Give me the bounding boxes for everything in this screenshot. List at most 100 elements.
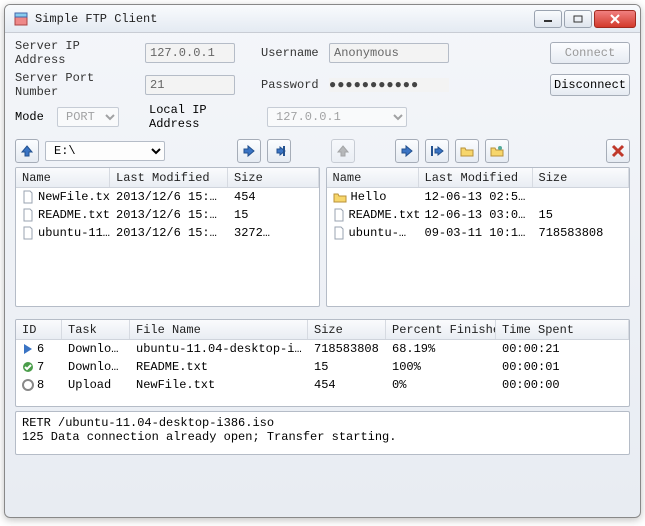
file-size: 3272… <box>228 225 319 241</box>
file-size: 718583808 <box>533 225 630 241</box>
username-input[interactable] <box>329 43 449 63</box>
task-size: 15 <box>308 359 386 375</box>
file-row[interactable]: NewFile.txt2013/12/6 15:04:34454 <box>16 188 319 206</box>
close-button[interactable] <box>594 10 636 28</box>
file-name: ubuntu-11… <box>38 226 110 240</box>
task-file: NewFile.txt <box>130 377 308 393</box>
file-modified: 2013/12/6 15:11:59 <box>110 225 228 241</box>
file-row[interactable]: Hello 12-06-13 02:55PM <box>327 188 630 206</box>
username-label: Username <box>261 46 321 60</box>
task-percent: 0% <box>386 377 496 393</box>
status-icon <box>22 379 34 391</box>
file-row[interactable]: README.txt2013/12/6 15:12:0015 <box>16 206 319 224</box>
file-name: NewFile.txt <box>38 190 110 204</box>
download-button[interactable] <box>395 139 419 163</box>
task-time: 00:00:21 <box>496 341 629 357</box>
server-ip-label: Server IP Address <box>15 39 137 67</box>
file-modified: 2013/12/6 15:12:00 <box>110 207 228 223</box>
titlebar: Simple FTP Client <box>5 5 640 33</box>
file-icon <box>22 226 34 240</box>
col-id[interactable]: ID <box>16 320 62 339</box>
file-icon <box>22 208 34 222</box>
col-size[interactable]: Size <box>308 320 386 339</box>
task-type: Download <box>62 341 130 357</box>
local-drive-select[interactable]: E:\ <box>45 141 165 161</box>
mode-label: Mode <box>15 110 49 124</box>
file-row[interactable]: README.txt12-06-13 03:00PM15 <box>327 206 630 224</box>
task-row[interactable]: 8 UploadNewFile.txt4540%00:00:00 <box>16 376 629 394</box>
refresh-folder-button[interactable] <box>485 139 509 163</box>
task-size: 718583808 <box>308 341 386 357</box>
server-ip-input[interactable] <box>145 43 235 63</box>
col-size[interactable]: Size <box>533 168 630 187</box>
task-id: 8 <box>37 378 44 392</box>
download-all-button[interactable] <box>425 139 449 163</box>
task-row[interactable]: 7 DownloadREADME.txt15100%00:00:01 <box>16 358 629 376</box>
window-title: Simple FTP Client <box>35 12 534 26</box>
file-name: ubuntu-… <box>349 226 407 240</box>
col-modified[interactable]: Last Modified <box>419 168 533 187</box>
file-icon <box>22 190 34 204</box>
file-size: 454 <box>228 189 319 205</box>
file-icon <box>333 226 345 240</box>
upload-button[interactable] <box>237 139 261 163</box>
task-size: 454 <box>308 377 386 393</box>
new-folder-button[interactable] <box>455 139 479 163</box>
app-icon <box>13 11 29 27</box>
file-name: README.txt <box>38 208 110 222</box>
task-type: Upload <box>62 377 130 393</box>
mode-select[interactable]: PORT <box>57 107 119 127</box>
server-port-label: Server Port Number <box>15 71 137 99</box>
local-up-button[interactable] <box>15 139 39 163</box>
task-time: 00:00:01 <box>496 359 629 375</box>
file-name: README.txt <box>349 208 419 222</box>
folder-icon <box>333 191 347 203</box>
disconnect-button[interactable]: Disconnect <box>550 74 630 96</box>
password-input[interactable]: ●●●●●●●●●●● <box>329 78 449 92</box>
task-percent: 68.19% <box>386 341 496 357</box>
col-modified[interactable]: Last Modified <box>110 168 228 187</box>
file-modified: 2013/12/6 15:04:34 <box>110 189 228 205</box>
password-label: Password <box>261 78 321 92</box>
upload-all-button[interactable] <box>267 139 291 163</box>
maximize-button[interactable] <box>564 10 592 28</box>
file-modified: 12-06-13 03:00PM <box>419 207 533 223</box>
col-size[interactable]: Size <box>228 168 319 187</box>
file-modified: 09-03-11 10:15PM <box>419 225 533 241</box>
file-modified: 12-06-13 02:55PM <box>419 189 533 205</box>
task-row[interactable]: 6 Downloadubuntu-11.04-desktop-i386.iso71… <box>16 340 629 358</box>
local-ip-select[interactable]: 127.0.0.1 <box>267 107 407 127</box>
status-icon <box>22 361 34 373</box>
file-size: 15 <box>228 207 319 223</box>
col-time[interactable]: Time Spent <box>496 320 629 339</box>
local-file-pane[interactable]: NameLast ModifiedSize NewFile.txt2013/12… <box>15 167 320 307</box>
status-icon <box>22 343 34 355</box>
file-size <box>533 196 630 198</box>
col-percent[interactable]: Percent Finished <box>386 320 496 339</box>
server-port-input[interactable] <box>145 75 235 95</box>
task-type: Download <box>62 359 130 375</box>
minimize-button[interactable] <box>534 10 562 28</box>
col-name[interactable]: Name <box>327 168 419 187</box>
file-size: 15 <box>533 207 630 223</box>
col-file[interactable]: File Name <box>130 320 308 339</box>
task-id: 7 <box>37 360 44 374</box>
local-ip-label: Local IP Address <box>149 103 259 131</box>
col-name[interactable]: Name <box>16 168 110 187</box>
task-pane[interactable]: IDTaskFile NameSizePercent FinishedTime … <box>15 319 630 407</box>
task-percent: 100% <box>386 359 496 375</box>
file-row[interactable]: ubuntu-… 09-03-11 10:15PM718583808 <box>327 224 630 242</box>
task-id: 6 <box>37 342 44 356</box>
file-row[interactable]: ubuntu-11…2013/12/6 15:11:593272… <box>16 224 319 242</box>
log-pane: RETR /ubuntu-11.04-desktop-i386.iso 125 … <box>15 411 630 455</box>
delete-button[interactable] <box>606 139 630 163</box>
file-name: Hello <box>351 190 387 204</box>
col-task[interactable]: Task <box>62 320 130 339</box>
remote-file-pane[interactable]: NameLast ModifiedSize Hello 12-06-13 02:5… <box>326 167 631 307</box>
file-icon <box>333 208 345 222</box>
task-file: README.txt <box>130 359 308 375</box>
remote-up-button[interactable] <box>331 139 355 163</box>
connect-button[interactable]: Connect <box>550 42 630 64</box>
task-time: 00:00:00 <box>496 377 629 393</box>
task-file: ubuntu-11.04-desktop-i386.iso <box>130 341 308 357</box>
